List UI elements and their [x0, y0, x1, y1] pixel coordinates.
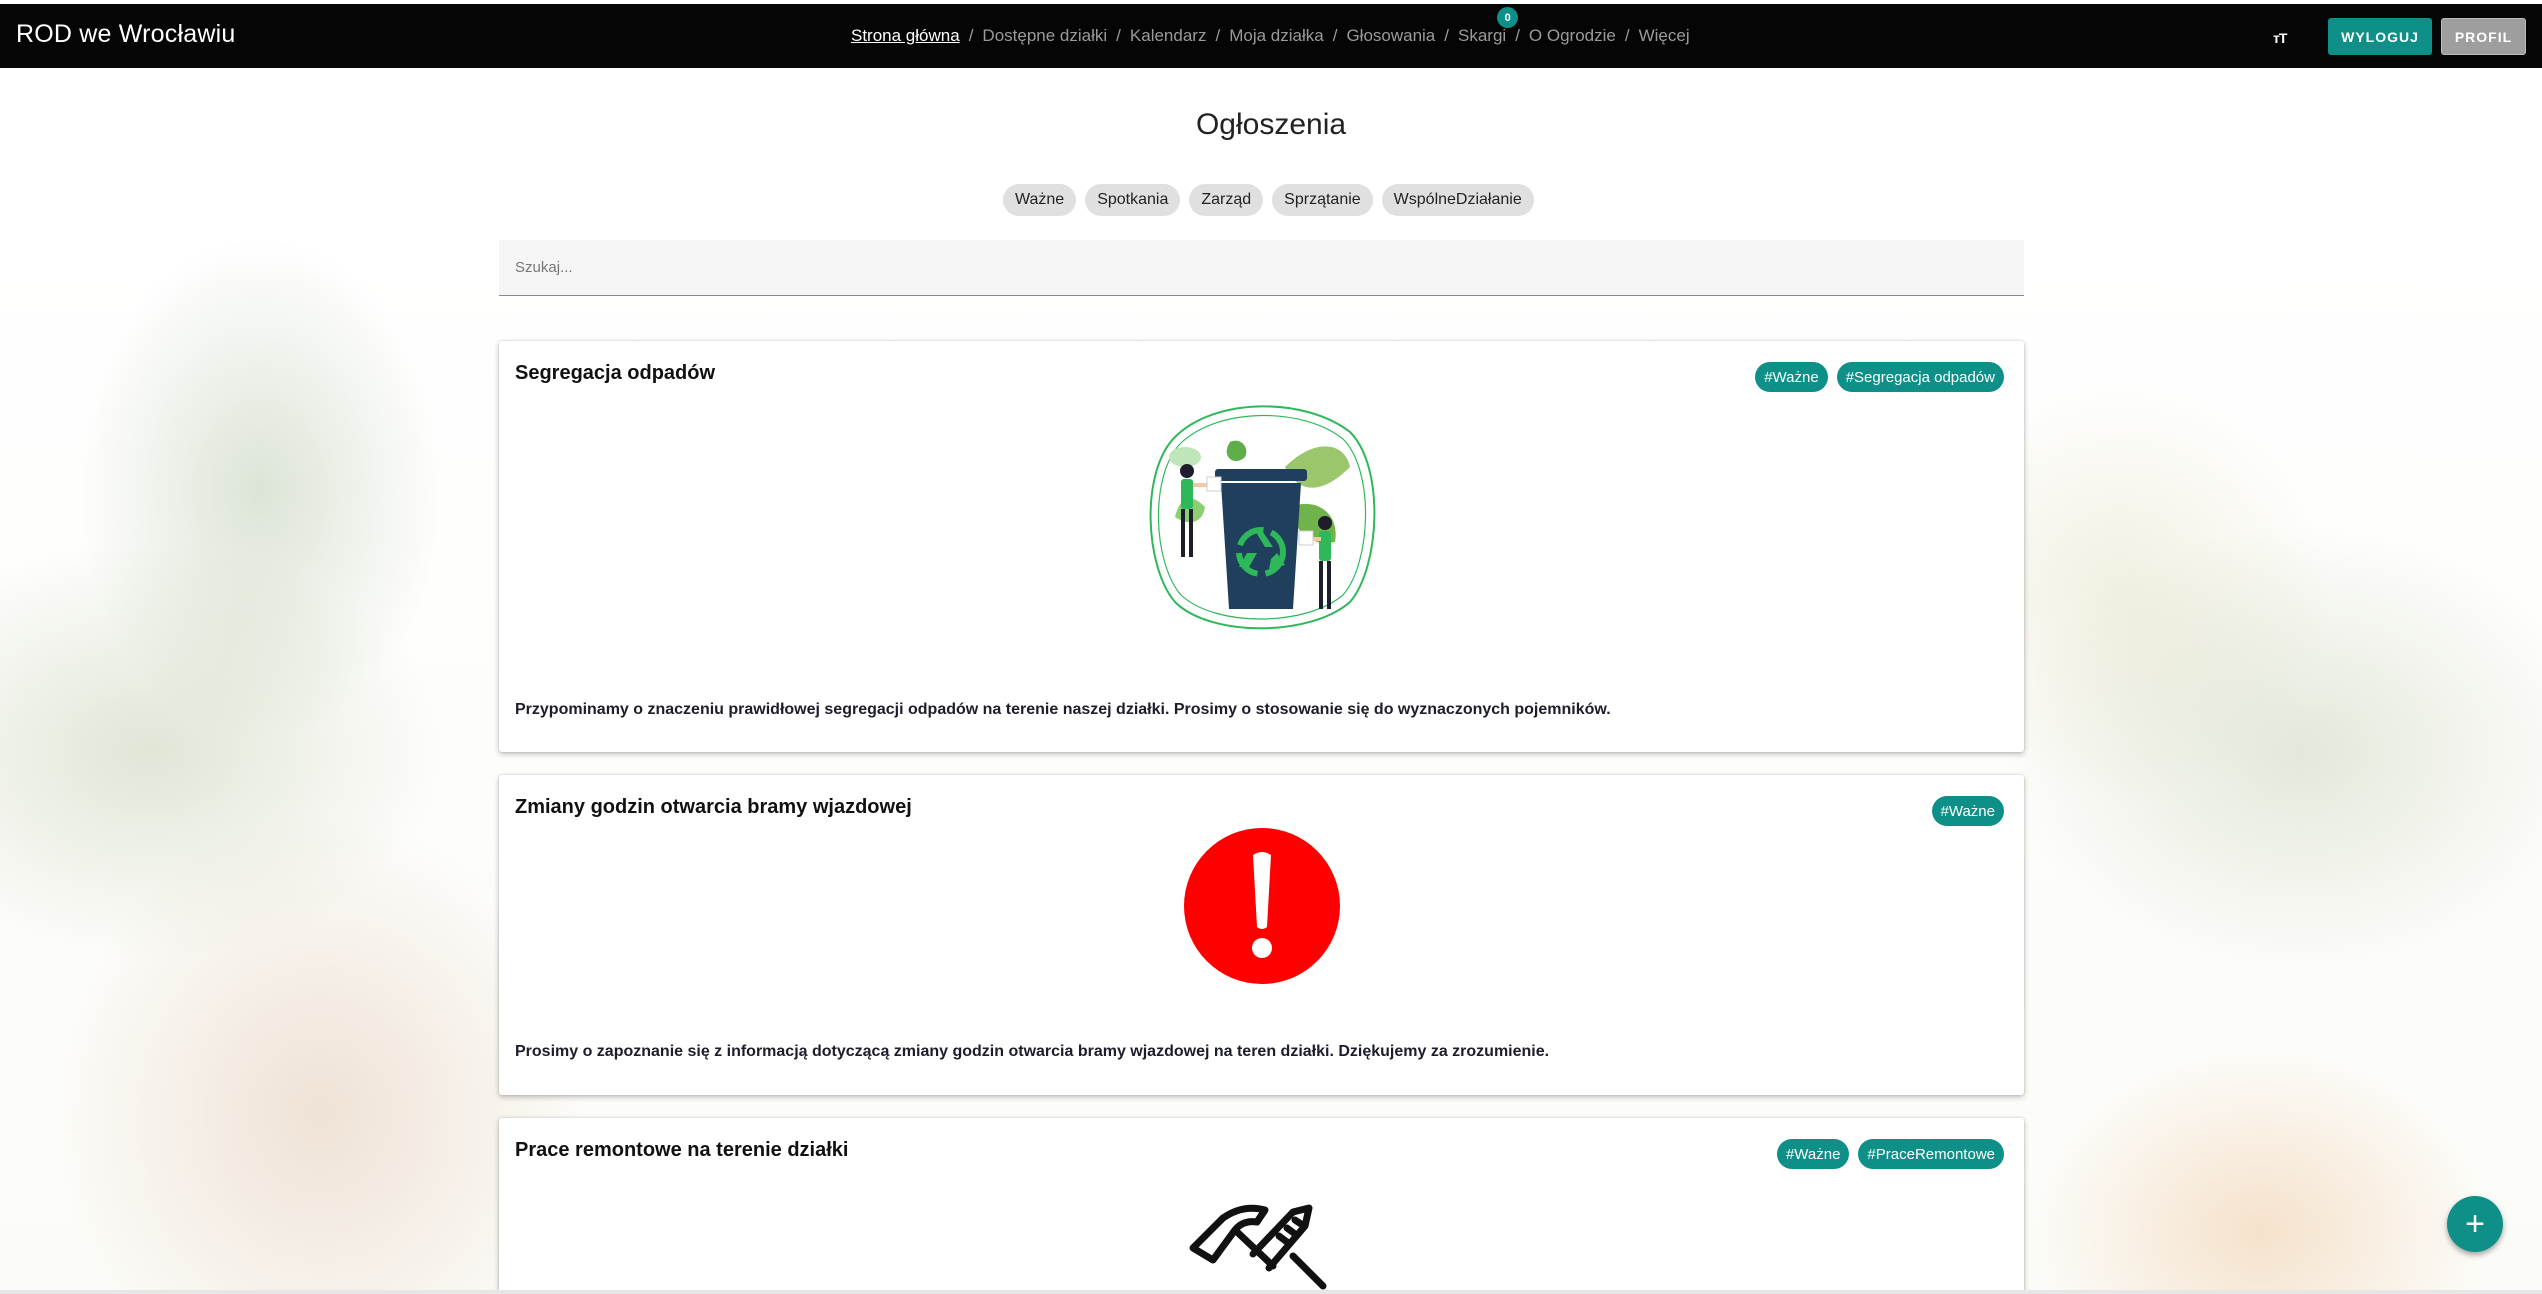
- search-input[interactable]: [499, 240, 2024, 295]
- announcement-tags: #Ważne #Segregacja odpadów: [1755, 362, 2004, 392]
- brand-title[interactable]: ROD we Wrocławiu: [16, 20, 235, 49]
- nav-separator: /: [1515, 26, 1520, 45]
- nav-separator: /: [1116, 26, 1121, 45]
- nav-item-available-plots[interactable]: Dostępne działki: [982, 26, 1107, 46]
- nav-item-calendar[interactable]: Kalendarz: [1130, 26, 1207, 46]
- filter-chip-cleaning[interactable]: Sprzątanie: [1272, 184, 1373, 216]
- tag-chip[interactable]: #PraceRemontowe: [1858, 1139, 2004, 1169]
- profile-button[interactable]: PROFIL: [2441, 18, 2526, 55]
- announcement-card: Prace remontowe na terenie działki #Ważn…: [499, 1118, 2024, 1294]
- nav-item-more[interactable]: Więcej: [1639, 26, 1690, 46]
- page-title: Ogłoszenia: [1195, 108, 1347, 141]
- complaints-count-badge: 0: [1497, 7, 1519, 28]
- announcement-title: Zmiany godzin otwarcia bramy wjazdowej: [515, 796, 912, 818]
- logout-button[interactable]: WYLOGUJ: [2328, 18, 2432, 55]
- announcement-card: Zmiany godzin otwarcia bramy wjazdowej #…: [499, 775, 2024, 1095]
- filter-chips: Ważne Spotkania Zarząd Sprzątanie Wspóln…: [1003, 184, 1534, 216]
- nav-item-my-plot[interactable]: Moja działka: [1229, 26, 1324, 46]
- nav-item-complaints[interactable]: Skargi 0: [1458, 7, 1519, 46]
- nav-separator: /: [1332, 26, 1338, 45]
- filter-chip-board[interactable]: Zarząd: [1189, 184, 1264, 216]
- nav-item-home[interactable]: Strona główna: [851, 26, 960, 46]
- nav-separator: /: [1444, 26, 1449, 45]
- bottom-scrollbar[interactable]: [0, 1290, 2542, 1294]
- announcement-text: Przypominamy o znaczeniu prawidłowej seg…: [515, 701, 1611, 718]
- announcement-title: Prace remontowe na terenie działki: [515, 1139, 849, 1161]
- nav-separator: /: [1215, 26, 1221, 45]
- add-announcement-button[interactable]: +: [2447, 1196, 2503, 1252]
- filter-chip-joint-action[interactable]: WspólneDziałanie: [1381, 184, 1534, 216]
- tag-chip[interactable]: #Ważne: [1931, 796, 2004, 826]
- announcement-tags: #Ważne #PraceRemontowe: [1776, 1139, 2004, 1169]
- announcement-text: Prosimy o zapoznanie się z informacją do…: [515, 1043, 1550, 1060]
- filter-chip-important[interactable]: Ważne: [1003, 184, 1077, 216]
- tag-chip[interactable]: #Ważne: [1755, 362, 1828, 392]
- nav-item-votes[interactable]: Głosowania: [1346, 26, 1435, 46]
- tag-chip[interactable]: #Ważne: [1776, 1139, 1850, 1169]
- main-nav: Strona główna / Dostępne działki / Kalen…: [851, 7, 1690, 46]
- top-navbar: ROD we Wrocławiu Strona główna / Dostępn…: [0, 4, 2542, 68]
- font-size-icon[interactable]: тT: [2273, 30, 2287, 46]
- recycling-bin-illustration: [1149, 405, 1376, 630]
- nav-separator: /: [968, 26, 974, 45]
- nav-item-complaints-label: Skargi: [1458, 26, 1507, 45]
- exclamation-icon: [1184, 828, 1340, 984]
- nav-separator: /: [1624, 26, 1630, 45]
- announcement-card: Segregacja odpadów #Ważne #Segregacja od…: [499, 341, 2024, 752]
- announcement-tags: #Ważne: [1931, 796, 2004, 826]
- announcement-title: Segregacja odpadów: [515, 362, 716, 384]
- search-field: [499, 240, 2024, 296]
- filter-chip-meetings[interactable]: Spotkania: [1085, 184, 1181, 216]
- nav-item-about-garden[interactable]: O Ogrodzie: [1529, 26, 1616, 46]
- tag-chip[interactable]: #Segregacja odpadów: [1836, 362, 2004, 392]
- tools-icon: [1189, 1204, 1327, 1290]
